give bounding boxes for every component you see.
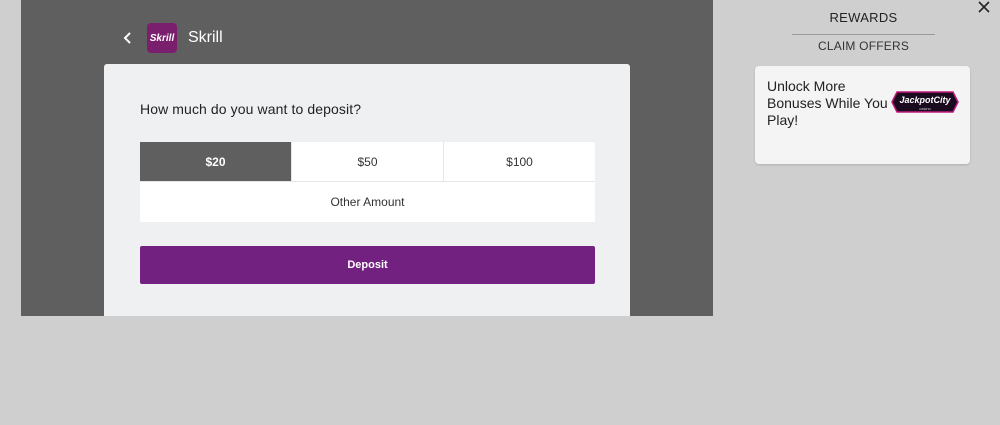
close-icon-glyph [978, 1, 990, 13]
rewards-divider [792, 34, 935, 35]
amount-row: $20 $50 $100 [140, 142, 595, 182]
rewards-title: REWARDS [829, 10, 898, 25]
payment-method-title: Skrill [188, 29, 223, 46]
skrill-logo-text: Skrill [149, 32, 175, 44]
amount-20-button[interactable]: $20 [140, 142, 292, 181]
claim-offers-tab[interactable]: CLAIM OFFERS [792, 39, 935, 53]
deposit-button[interactable]: Deposit [140, 246, 595, 284]
stage: Skrill Skrill How much do you want to de… [0, 0, 1000, 425]
close-icon[interactable] [975, 0, 993, 18]
jackpotcity-logo: JackpotCity casino [891, 91, 959, 113]
amount-selector: $20 $50 $100 Other Amount [140, 142, 595, 222]
amount-50-button[interactable]: $50 [292, 142, 444, 181]
jackpotcity-logo-text: JackpotCity [899, 95, 951, 105]
deposit-header: Skrill Skrill [117, 22, 223, 54]
chevron-left-icon-glyph [123, 32, 131, 44]
deposit-card: How much do you want to deposit? $20 $50… [104, 64, 630, 316]
skrill-logo: Skrill [147, 23, 177, 53]
other-amount-button[interactable]: Other Amount [140, 182, 595, 222]
amount-100-button[interactable]: $100 [444, 142, 595, 181]
deposit-question: How much do you want to deposit? [140, 101, 362, 117]
deposit-panel: Skrill Skrill How much do you want to de… [21, 0, 713, 316]
chevron-left-icon[interactable] [117, 27, 139, 49]
offer-card[interactable]: Unlock More Bonuses While You Play! Jack… [755, 66, 970, 164]
jackpotcity-logo-subtext: casino [919, 106, 931, 111]
offer-text: Unlock More Bonuses While You Play! [767, 78, 888, 128]
